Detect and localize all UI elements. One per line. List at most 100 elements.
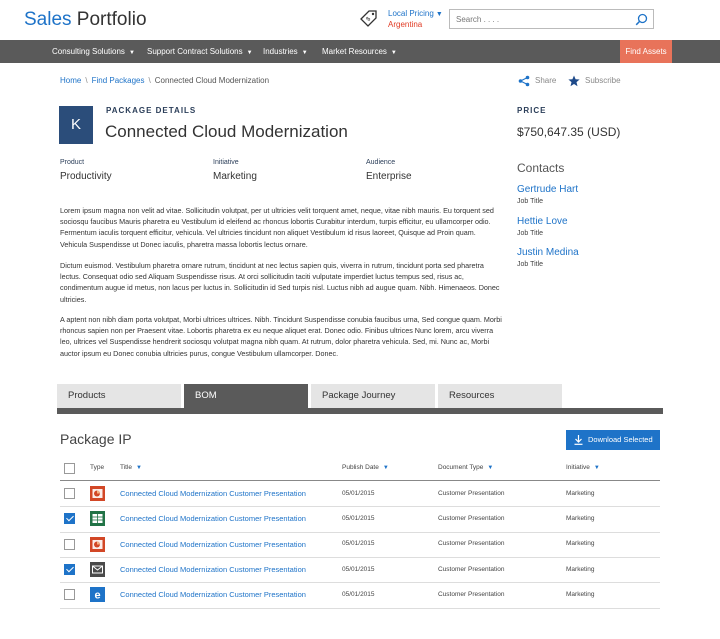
meta-key: Initiative	[213, 159, 239, 166]
column-header-type: Type	[90, 464, 105, 471]
column-label: Publish Date	[342, 464, 379, 471]
row-initiative: Marketing	[566, 565, 595, 573]
column-header-initiative[interactable]: Initiative ▼	[566, 464, 600, 471]
main-nav: Consulting Solutions ▼ Support Contract S…	[0, 40, 720, 63]
contact-name-link[interactable]: Gertrude Hart	[517, 184, 578, 195]
package-avatar: K	[59, 106, 93, 144]
search-icon[interactable]	[635, 13, 648, 26]
package-details-label: PACKAGE DETAILS	[106, 106, 197, 115]
contact-name-link[interactable]: Hettie Love	[517, 216, 568, 227]
column-header-publish-date[interactable]: Publish Date ▼	[342, 464, 389, 471]
meta-key: Audience	[366, 159, 396, 166]
tab-bar: Products BOM Package Journey Resources	[57, 384, 663, 414]
breadcrumb-find-packages[interactable]: Find Packages	[92, 76, 145, 85]
breadcrumb: Home \ Find Packages \ Connected Cloud Moder…	[60, 76, 269, 85]
row-title-link[interactable]: Connected Cloud Modernization Customer P…	[120, 514, 306, 523]
share-label: Share	[535, 76, 557, 86]
find-assets-button[interactable]: Find Assets	[620, 40, 672, 63]
tab-bom[interactable]: BOM	[184, 384, 308, 408]
search-box	[449, 9, 654, 29]
nav-market-resources[interactable]: Market Resources ▼	[322, 40, 397, 63]
price-tag-icon[interactable]: $	[358, 7, 380, 29]
row-publish-date: 05/01/2015	[342, 540, 375, 548]
breadcrumb-separator: \	[148, 76, 151, 85]
nav-label: Consulting Solutions	[52, 47, 125, 56]
select-all-checkbox[interactable]	[64, 463, 75, 474]
price-label: PRICE	[517, 106, 547, 115]
row-divider	[60, 607, 660, 609]
share-button[interactable]: Share	[518, 75, 556, 87]
contact-role: Job Title	[517, 198, 544, 205]
row-publish-date: 05/01/2015	[342, 489, 375, 497]
powerpoint-icon	[90, 486, 105, 502]
star-icon	[568, 75, 580, 87]
tab-underline-bar	[57, 408, 663, 414]
row-document-type: Customer Presentation	[438, 590, 505, 598]
row-checkbox[interactable]	[64, 513, 75, 525]
table-header-divider	[60, 480, 660, 481]
contact-role: Job Title	[517, 230, 544, 237]
site-header: Sales Portfolio $ Local Pricing ▼ Argenti…	[0, 0, 720, 40]
row-document-type: Customer Presentation	[438, 514, 505, 522]
contacts-title: Contacts	[517, 161, 565, 175]
subscribe-label: Subscribe	[585, 76, 621, 86]
row-title-link[interactable]: Connected Cloud Modernization Customer P…	[120, 540, 306, 549]
row-checkbox[interactable]	[64, 564, 75, 576]
contact-name-link[interactable]: Justin Medina	[517, 247, 579, 258]
tab-resources[interactable]: Resources	[438, 384, 562, 408]
contact-item: Hettie Love Job Title	[517, 216, 568, 237]
meta-initiative: Initiative Marketing	[213, 159, 257, 182]
nav-label: Market Resources	[322, 47, 387, 56]
chevron-down-icon: ▼	[435, 11, 443, 18]
row-title-link[interactable]: Connected Cloud Modernization Customer P…	[120, 489, 306, 498]
row-initiative: Marketing	[566, 489, 595, 497]
breadcrumb-current: Connected Cloud Modernization	[154, 76, 270, 85]
contact-role: Job Title	[517, 261, 544, 268]
nav-label: Industries	[263, 47, 298, 56]
column-header-document-type[interactable]: Document Type ▼	[438, 464, 493, 471]
search-input[interactable]	[456, 13, 626, 26]
nav-consulting-solutions[interactable]: Consulting Solutions ▼	[52, 40, 135, 63]
meta-audience: Audience Enterprise	[366, 159, 412, 182]
meta-product: Product Productivity	[60, 159, 112, 182]
email-icon	[90, 562, 105, 578]
locale-selector[interactable]: Local Pricing ▼ Argentina	[388, 9, 443, 30]
download-selected-button[interactable]: Download Selected	[566, 430, 660, 450]
chevron-down-icon: ▼	[301, 50, 308, 56]
column-label: Document Type	[438, 464, 484, 471]
chevron-down-icon: ▼	[390, 50, 397, 56]
brand-first-word: Sales	[24, 9, 72, 30]
download-icon	[574, 435, 583, 445]
row-divider	[60, 506, 660, 508]
row-title-link[interactable]: Connected Cloud Modernization Customer P…	[120, 590, 306, 599]
row-initiative: Marketing	[566, 514, 595, 522]
sort-icon: ▼	[593, 465, 600, 471]
row-divider	[60, 531, 660, 533]
column-label: Title	[120, 464, 133, 471]
contact-item: Gertrude Hart Job Title	[517, 184, 578, 205]
row-initiative: Marketing	[566, 540, 595, 548]
row-publish-date: 05/01/2015	[342, 590, 375, 598]
nav-support-contract-solutions[interactable]: Support Contract Solutions ▼	[147, 40, 253, 63]
column-header-title[interactable]: Title ▼	[120, 464, 142, 471]
subscribe-button[interactable]: Subscribe	[568, 75, 621, 87]
powerpoint-icon	[90, 536, 105, 552]
excel-icon	[90, 511, 105, 527]
row-document-type: Customer Presentation	[438, 565, 505, 573]
brand-logo[interactable]: Sales Portfolio	[24, 9, 147, 31]
tab-products[interactable]: Products	[57, 384, 181, 408]
section-title: Package IP	[60, 431, 132, 447]
row-checkbox[interactable]	[64, 589, 75, 601]
meta-value: Marketing	[213, 171, 257, 182]
sort-icon: ▼	[136, 465, 142, 471]
row-title-link[interactable]: Connected Cloud Modernization Customer P…	[120, 565, 306, 574]
description-paragraph: Lorem ipsum magna non velit ad vitae. So…	[60, 206, 494, 249]
locale-country: Argentina	[388, 20, 423, 29]
row-checkbox[interactable]	[64, 488, 75, 500]
nav-industries[interactable]: Industries ▼	[263, 40, 308, 63]
breadcrumb-home[interactable]: Home	[60, 76, 81, 85]
row-publish-date: 05/01/2015	[342, 565, 375, 573]
tab-package-journey[interactable]: Package Journey	[311, 384, 435, 408]
row-checkbox[interactable]	[64, 538, 75, 550]
breadcrumb-separator: \	[85, 76, 88, 85]
